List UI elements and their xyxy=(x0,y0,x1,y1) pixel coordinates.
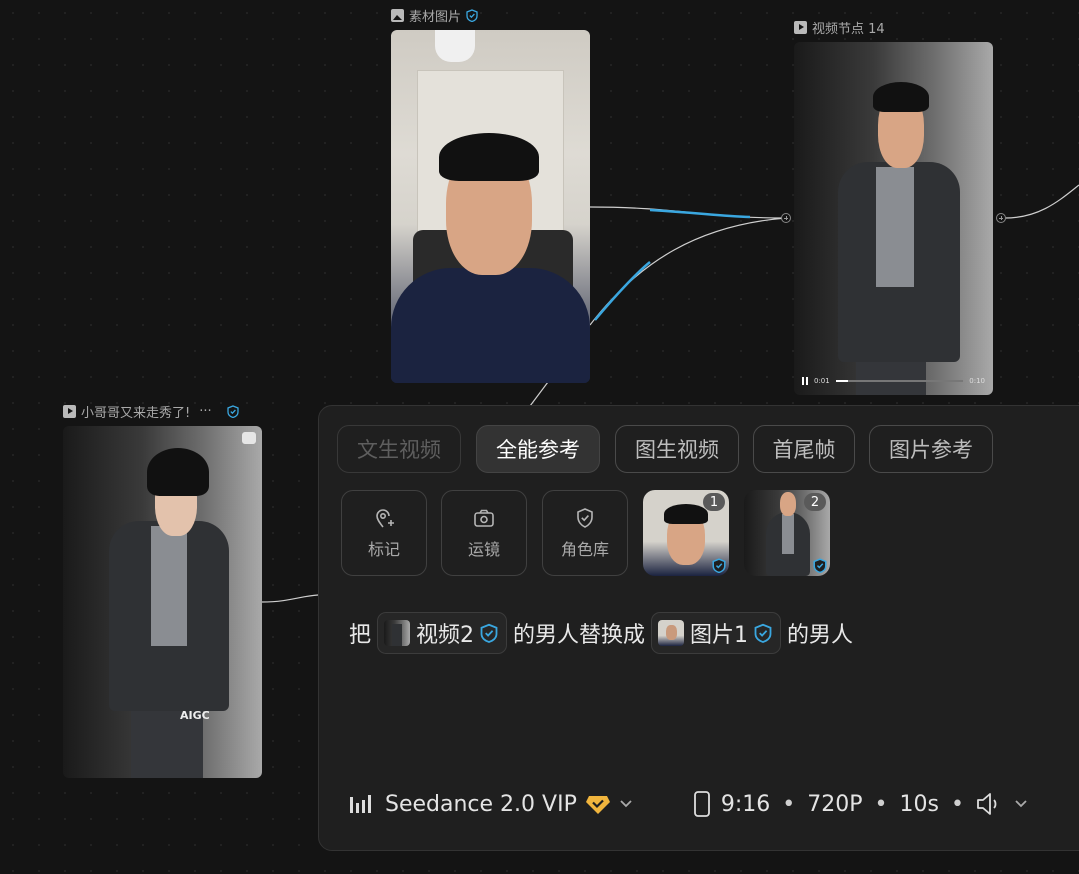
prompt-text: 的男人 xyxy=(787,623,854,648)
video-node-title[interactable]: 视频节点 14 xyxy=(794,18,885,37)
progress-bar[interactable] xyxy=(835,380,964,382)
hair xyxy=(439,133,539,181)
camera-icon xyxy=(474,509,494,527)
hair xyxy=(873,82,929,112)
hoodie xyxy=(391,268,590,383)
ceiling-camera xyxy=(435,30,475,62)
shield-check-icon xyxy=(577,508,593,528)
aigc-watermark: AIGC xyxy=(180,709,210,722)
tab-image-reference[interactable]: 图片参考 xyxy=(869,425,993,473)
image-chip-label: 图片1 xyxy=(690,623,749,648)
image-reference-chip[interactable]: 图片1 xyxy=(651,612,782,654)
face xyxy=(780,492,796,516)
shirt xyxy=(151,526,187,646)
play-icon xyxy=(794,21,807,34)
prompt-text: 把 xyxy=(349,623,372,648)
video-node-card[interactable]: 0:01 0:10 xyxy=(794,42,993,395)
tab-text-to-video[interactable]: 文生视频 xyxy=(337,425,461,473)
image-chip-thumbnail xyxy=(658,620,685,646)
duration-value: 10s xyxy=(899,791,939,817)
more-options-icon[interactable]: ··· xyxy=(199,404,211,419)
chevron-down-icon xyxy=(620,800,632,808)
video-node-output-connector[interactable] xyxy=(996,213,1006,223)
video-chip-thumbnail xyxy=(384,620,411,646)
tab-first-last-frame[interactable]: 首尾帧 xyxy=(753,425,855,473)
reference-number-badge: 1 xyxy=(703,493,725,511)
verified-shield-icon xyxy=(754,623,772,643)
video-player-controls: 0:01 0:10 xyxy=(802,375,985,387)
mark-tool-label: 标记 xyxy=(367,540,400,559)
play-icon xyxy=(63,405,76,418)
reference-number-badge: 2 xyxy=(804,493,826,511)
phone-portrait-icon xyxy=(693,791,710,817)
source-image-node-title[interactable]: 素材图片 xyxy=(391,6,478,25)
verified-shield-icon xyxy=(712,558,726,573)
export-icon[interactable] xyxy=(242,432,256,444)
camera-move-tool-label: 运镜 xyxy=(467,540,500,559)
tab-image-to-video[interactable]: 图生视频 xyxy=(615,425,739,473)
hair xyxy=(147,448,209,496)
verified-shield-icon xyxy=(466,9,478,22)
resolution-value: 720P xyxy=(807,791,863,817)
separator-dot: • xyxy=(950,791,964,817)
source-image-card[interactable] xyxy=(391,30,590,383)
model-selector[interactable]: Seedance 2.0 VIP xyxy=(385,792,633,817)
separator-dot: • xyxy=(874,791,888,817)
left-video-card[interactable]: AIGC xyxy=(63,426,262,778)
generation-settings-bar: Seedance 2.0 VIP 9:16 • 720P • 10s • xyxy=(349,790,1028,818)
pin-plus-icon xyxy=(376,509,394,528)
shirt xyxy=(782,514,794,554)
verified-shield-icon xyxy=(226,405,239,418)
prompt-text: 的男人替换成 xyxy=(513,623,646,648)
reference-image-1[interactable]: 1 xyxy=(643,490,729,576)
prompt-input[interactable]: 把 视频2 的男人替换成 图片1 的男人 xyxy=(349,612,853,654)
mark-tool-button[interactable]: 标记 xyxy=(341,490,427,576)
verified-shield-icon xyxy=(813,558,827,573)
model-name: Seedance 2.0 VIP xyxy=(385,791,577,817)
camera-move-tool-button[interactable]: 运镜 xyxy=(441,490,527,576)
tab-all-reference[interactable]: 全能参考 xyxy=(476,425,600,473)
video-chip-label: 视频2 xyxy=(416,623,475,648)
reference-video-2[interactable]: 2 xyxy=(744,490,830,576)
aspect-ratio-value: 9:16 xyxy=(720,791,771,817)
video-node-input-connector[interactable] xyxy=(781,213,791,223)
source-image-title-text: 素材图片 xyxy=(409,10,462,25)
chevron-down-icon xyxy=(1015,800,1027,808)
separator-dot: • xyxy=(782,791,796,817)
total-time: 0:10 xyxy=(969,377,985,385)
character-library-tool-button[interactable]: 角色库 xyxy=(542,490,628,576)
pause-icon[interactable] xyxy=(802,377,808,385)
video-node-title-text: 视频节点 14 xyxy=(812,22,885,37)
hair xyxy=(664,504,708,524)
verified-shield-icon xyxy=(480,623,498,643)
generation-panel: 文生视频 全能参考 图生视频 首尾帧 图片参考 标记 运镜 角色库 1 2 把 … xyxy=(318,405,1079,851)
speaker-icon xyxy=(977,793,997,815)
output-settings-selector[interactable]: 9:16 • 720P • 10s • xyxy=(693,790,1028,818)
left-video-title-text: 小哥哥又来走秀了! xyxy=(81,406,191,421)
image-icon xyxy=(391,9,404,22)
character-library-tool-label: 角色库 xyxy=(560,540,609,559)
signal-bars-icon xyxy=(350,795,371,813)
shirt xyxy=(876,167,914,287)
left-video-node-title[interactable]: 小哥哥又来走秀了! ··· xyxy=(63,402,239,421)
video-reference-chip[interactable]: 视频2 xyxy=(377,612,508,654)
vip-diamond-icon xyxy=(585,796,610,814)
current-time: 0:01 xyxy=(814,377,830,385)
